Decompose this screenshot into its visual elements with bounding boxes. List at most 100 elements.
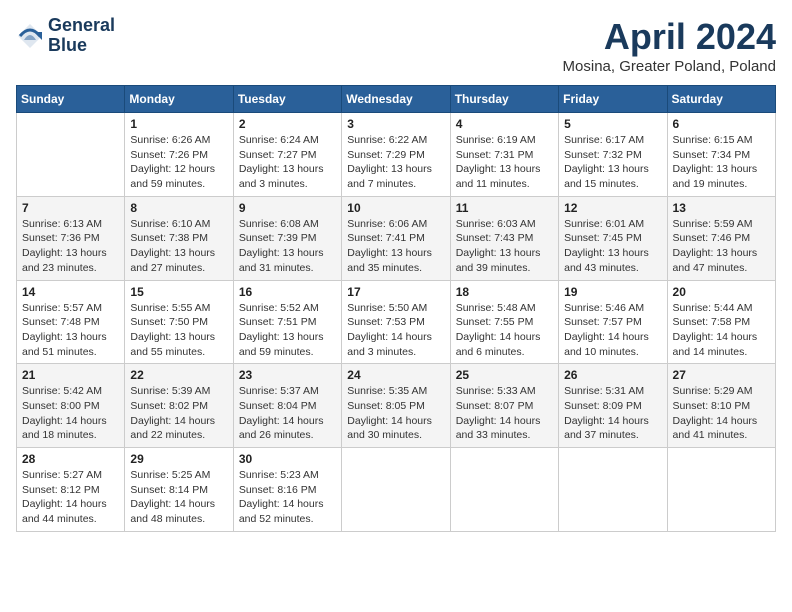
day-number: 17 (347, 285, 444, 299)
day-number: 28 (22, 452, 119, 466)
day-number: 24 (347, 368, 444, 382)
calendar-cell: 10 Sunrise: 6:06 AM Sunset: 7:41 PM Dayli… (342, 196, 450, 280)
page-header: General Blue April 2024 Mosina, Greater … (16, 16, 776, 75)
calendar-cell: 7 Sunrise: 6:13 AM Sunset: 7:36 PM Daylig… (17, 196, 125, 280)
day-number: 7 (22, 201, 119, 215)
day-number: 1 (130, 117, 227, 131)
day-number: 12 (564, 201, 661, 215)
cell-info: Sunrise: 6:08 AM Sunset: 7:39 PM Dayligh… (239, 217, 336, 276)
day-number: 21 (22, 368, 119, 382)
calendar-cell: 23 Sunrise: 5:37 AM Sunset: 8:04 PM Dayli… (233, 364, 341, 448)
calendar-header: SundayMondayTuesdayWednesdayThursdayFrid… (17, 86, 776, 113)
cell-info: Sunrise: 5:35 AM Sunset: 8:05 PM Dayligh… (347, 384, 444, 443)
calendar-cell: 5 Sunrise: 6:17 AM Sunset: 7:32 PM Daylig… (559, 113, 667, 197)
day-number: 18 (456, 285, 553, 299)
weekday-header: Saturday (667, 86, 775, 113)
calendar-cell: 24 Sunrise: 5:35 AM Sunset: 8:05 PM Dayli… (342, 364, 450, 448)
cell-info: Sunrise: 5:27 AM Sunset: 8:12 PM Dayligh… (22, 468, 119, 527)
calendar-cell: 15 Sunrise: 5:55 AM Sunset: 7:50 PM Dayli… (125, 280, 233, 364)
calendar-week-row: 28 Sunrise: 5:27 AM Sunset: 8:12 PM Dayli… (17, 448, 776, 532)
calendar-cell: 21Sunrise: 5:42 AM Sunset: 8:00 PM Dayli… (17, 364, 125, 448)
cell-info: Sunrise: 5:23 AM Sunset: 8:16 PM Dayligh… (239, 468, 336, 527)
day-number: 3 (347, 117, 444, 131)
cell-info: Sunrise: 6:26 AM Sunset: 7:26 PM Dayligh… (130, 133, 227, 192)
cell-info: Sunrise: 6:10 AM Sunset: 7:38 PM Dayligh… (130, 217, 227, 276)
calendar-cell (17, 113, 125, 197)
calendar-cell: 29 Sunrise: 5:25 AM Sunset: 8:14 PM Dayli… (125, 448, 233, 532)
day-number: 29 (130, 452, 227, 466)
calendar-cell: 22 Sunrise: 5:39 AM Sunset: 8:02 PM Dayli… (125, 364, 233, 448)
day-number: 2 (239, 117, 336, 131)
location: Mosina, Greater Poland, Poland (563, 58, 776, 75)
cell-info: Sunrise: 5:57 AM Sunset: 7:48 PM Dayligh… (22, 301, 119, 360)
cell-info: Sunrise: 5:44 AM Sunset: 7:58 PM Dayligh… (673, 301, 770, 360)
cell-info: Sunrise: 5:52 AM Sunset: 7:51 PM Dayligh… (239, 301, 336, 360)
cell-info: Sunrise: 5:55 AM Sunset: 7:50 PM Dayligh… (130, 301, 227, 360)
calendar-cell (450, 448, 558, 532)
calendar-cell: 1 Sunrise: 6:26 AM Sunset: 7:26 PM Daylig… (125, 113, 233, 197)
calendar-cell: 6 Sunrise: 6:15 AM Sunset: 7:34 PM Daylig… (667, 113, 775, 197)
cell-info: Sunrise: 5:37 AM Sunset: 8:04 PM Dayligh… (239, 384, 336, 443)
day-number: 16 (239, 285, 336, 299)
day-number: 19 (564, 285, 661, 299)
cell-info: Sunrise: 6:24 AM Sunset: 7:27 PM Dayligh… (239, 133, 336, 192)
title-block: April 2024 Mosina, Greater Poland, Polan… (563, 16, 776, 75)
cell-info: Sunrise: 5:59 AM Sunset: 7:46 PM Dayligh… (673, 217, 770, 276)
calendar-cell (559, 448, 667, 532)
weekday-header: Monday (125, 86, 233, 113)
cell-info: Sunrise: 5:29 AM Sunset: 8:10 PM Dayligh… (673, 384, 770, 443)
calendar-cell: 14 Sunrise: 5:57 AM Sunset: 7:48 PM Dayli… (17, 280, 125, 364)
day-number: 10 (347, 201, 444, 215)
cell-info: Sunrise: 5:46 AM Sunset: 7:57 PM Dayligh… (564, 301, 661, 360)
day-number: 14 (22, 285, 119, 299)
day-number: 30 (239, 452, 336, 466)
calendar-body: 1 Sunrise: 6:26 AM Sunset: 7:26 PM Daylig… (17, 113, 776, 532)
calendar-cell: 17 Sunrise: 5:50 AM Sunset: 7:53 PM Dayli… (342, 280, 450, 364)
calendar-cell: 13Sunrise: 5:59 AM Sunset: 7:46 PM Dayli… (667, 196, 775, 280)
calendar-cell: 16 Sunrise: 5:52 AM Sunset: 7:51 PM Dayli… (233, 280, 341, 364)
calendar-cell: 8Sunrise: 6:10 AM Sunset: 7:38 PM Daylig… (125, 196, 233, 280)
calendar-cell: 9 Sunrise: 6:08 AM Sunset: 7:39 PM Daylig… (233, 196, 341, 280)
day-number: 22 (130, 368, 227, 382)
calendar-cell (667, 448, 775, 532)
cell-info: Sunrise: 5:25 AM Sunset: 8:14 PM Dayligh… (130, 468, 227, 527)
calendar-cell: 25Sunrise: 5:33 AM Sunset: 8:07 PM Dayli… (450, 364, 558, 448)
day-number: 26 (564, 368, 661, 382)
calendar-week-row: 1 Sunrise: 6:26 AM Sunset: 7:26 PM Daylig… (17, 113, 776, 197)
cell-info: Sunrise: 6:13 AM Sunset: 7:36 PM Dayligh… (22, 217, 119, 276)
weekday-header: Thursday (450, 86, 558, 113)
day-number: 6 (673, 117, 770, 131)
calendar-cell (342, 448, 450, 532)
calendar-week-row: 7 Sunrise: 6:13 AM Sunset: 7:36 PM Daylig… (17, 196, 776, 280)
calendar-cell: 19 Sunrise: 5:46 AM Sunset: 7:57 PM Dayli… (559, 280, 667, 364)
cell-info: Sunrise: 6:22 AM Sunset: 7:29 PM Dayligh… (347, 133, 444, 192)
month-title: April 2024 (563, 16, 776, 58)
cell-info: Sunrise: 6:15 AM Sunset: 7:34 PM Dayligh… (673, 133, 770, 192)
cell-info: Sunrise: 5:33 AM Sunset: 8:07 PM Dayligh… (456, 384, 553, 443)
calendar-table: SundayMondayTuesdayWednesdayThursdayFrid… (16, 85, 776, 532)
logo-line1: General (48, 16, 115, 36)
cell-info: Sunrise: 5:31 AM Sunset: 8:09 PM Dayligh… (564, 384, 661, 443)
day-number: 9 (239, 201, 336, 215)
cell-info: Sunrise: 5:39 AM Sunset: 8:02 PM Dayligh… (130, 384, 227, 443)
calendar-cell: 4Sunrise: 6:19 AM Sunset: 7:31 PM Daylig… (450, 113, 558, 197)
logo: General Blue (16, 16, 115, 56)
calendar-cell: 26 Sunrise: 5:31 AM Sunset: 8:09 PM Dayli… (559, 364, 667, 448)
cell-info: Sunrise: 6:17 AM Sunset: 7:32 PM Dayligh… (564, 133, 661, 192)
cell-info: Sunrise: 6:06 AM Sunset: 7:41 PM Dayligh… (347, 217, 444, 276)
weekday-header: Sunday (17, 86, 125, 113)
cell-info: Sunrise: 5:50 AM Sunset: 7:53 PM Dayligh… (347, 301, 444, 360)
cell-info: Sunrise: 6:19 AM Sunset: 7:31 PM Dayligh… (456, 133, 553, 192)
cell-info: Sunrise: 6:01 AM Sunset: 7:45 PM Dayligh… (564, 217, 661, 276)
calendar-cell: 27Sunrise: 5:29 AM Sunset: 8:10 PM Dayli… (667, 364, 775, 448)
logo-icon (16, 22, 44, 50)
weekday-header: Friday (559, 86, 667, 113)
day-number: 11 (456, 201, 553, 215)
day-number: 15 (130, 285, 227, 299)
weekday-header: Wednesday (342, 86, 450, 113)
logo-line2: Blue (48, 36, 115, 56)
calendar-cell: 18 Sunrise: 5:48 AM Sunset: 7:55 PM Dayli… (450, 280, 558, 364)
cell-info: Sunrise: 5:48 AM Sunset: 7:55 PM Dayligh… (456, 301, 553, 360)
day-number: 23 (239, 368, 336, 382)
day-number: 5 (564, 117, 661, 131)
